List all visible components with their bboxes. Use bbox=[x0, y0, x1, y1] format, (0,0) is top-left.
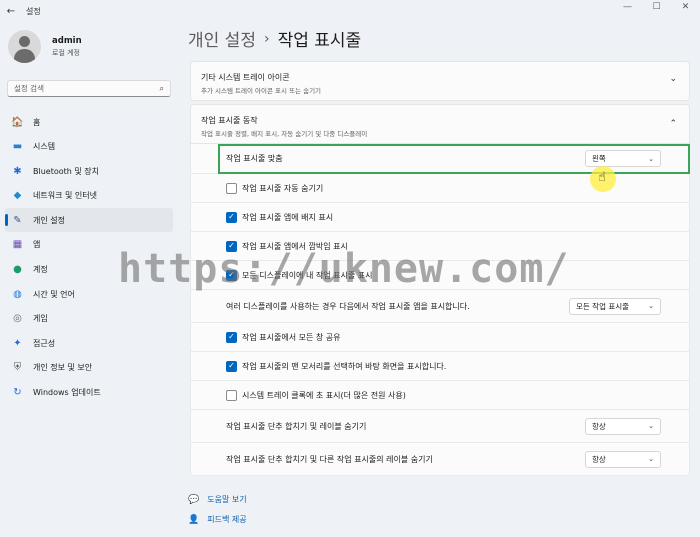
sidebar-item-label: Windows 업데이트 bbox=[33, 388, 101, 398]
share-window-checkbox[interactable]: ✓ bbox=[226, 331, 237, 343]
chevron-up-icon: ⌃ bbox=[669, 119, 677, 129]
hand-cursor-icon: ☝ bbox=[598, 170, 606, 185]
apps-icon: ▦ bbox=[12, 239, 23, 251]
badges-row[interactable]: ✓ 작업 표시줄 앱에 배지 표시 bbox=[190, 203, 690, 232]
feedback-icon: 👤 bbox=[188, 514, 200, 525]
brush-icon: ✎ bbox=[13, 214, 22, 226]
sidebar-item[interactable]: ◆ 네트워크 및 인터넷 bbox=[5, 184, 173, 208]
tray-icons-subtitle: 추가 시스템 트레이 아이콘 표시 또는 숨기기 bbox=[201, 87, 322, 95]
far-corner-row[interactable]: ✓ 작업 표시줄의 맨 모서리를 선택하여 바탕 화면을 표시합니다. bbox=[190, 352, 690, 381]
seconds-label: 시스템 트레이 클록에 초 표시(더 많은 전원 사용) bbox=[242, 390, 406, 400]
sidebar-item[interactable]: ⛨ 개인 정보 및 보안 bbox=[5, 356, 173, 380]
auto-hide-checkbox[interactable] bbox=[226, 182, 237, 194]
behaviors-card[interactable]: 작업 표시줄 동작 작업 표시줄 정렬, 배지 표시, 자동 숨기기 및 다중 … bbox=[190, 104, 690, 144]
sidebar-item[interactable]: ✱ Bluetooth 및 장치 bbox=[5, 159, 173, 183]
auto-hide-label: 작업 표시줄 자동 숨기기 bbox=[242, 183, 324, 193]
watermark: https://uknew.com/ bbox=[118, 246, 570, 292]
sidebar-item[interactable]: ◎ 게임 bbox=[5, 307, 173, 331]
sidebar-item-label: 시간 및 언어 bbox=[33, 289, 75, 299]
app-title: 설정 bbox=[26, 6, 41, 16]
behaviors-subtitle: 작업 표시줄 정렬, 배지 표시, 자동 숨기기 및 다중 디스플레이 bbox=[201, 130, 368, 138]
breadcrumb: 개인 설정 › 작업 표시줄 bbox=[188, 26, 362, 52]
sidebar-item-label: 시스템 bbox=[33, 142, 56, 152]
sidebar-item-label: 계정 bbox=[33, 265, 48, 275]
multi-display-value: 모든 작업 표시줄 bbox=[576, 301, 630, 311]
combine-dropdown[interactable]: 항상 ⌄ bbox=[585, 417, 661, 435]
combine-other-label: 작업 표시줄 단추 합치기 및 다른 작업 표시줄의 레이블 숨기기 bbox=[226, 454, 433, 464]
account-icon: ● bbox=[13, 264, 22, 276]
shield-icon: ⛨ bbox=[13, 362, 22, 374]
sidebar-item[interactable]: 🏠 홈 bbox=[5, 110, 173, 134]
sidebar-item-label: 개인 정보 및 보안 bbox=[33, 363, 93, 373]
combine-row: 작업 표시줄 단추 합치기 및 레이블 숨기기 항상 ⌄ bbox=[190, 410, 690, 443]
avatar bbox=[8, 30, 41, 63]
far-corner-label: 작업 표시줄의 맨 모서리를 선택하여 바탕 화면을 표시합니다. bbox=[242, 361, 447, 371]
monitor-icon: ▬ bbox=[12, 141, 23, 153]
update-icon: ↻ bbox=[13, 387, 22, 399]
tray-icons-card[interactable]: 기타 시스템 트레이 아이콘 추가 시스템 트레이 아이콘 표시 또는 숨기기 … bbox=[190, 61, 690, 101]
profile-name: admin bbox=[52, 35, 82, 46]
combine-other-dropdown[interactable]: 항상 ⌄ bbox=[585, 450, 661, 468]
badges-label: 작업 표시줄 앱에 배지 표시 bbox=[242, 212, 334, 222]
help-label: 도움말 보기 bbox=[207, 495, 247, 504]
breadcrumb-separator: › bbox=[263, 30, 270, 47]
minimize-icon[interactable]: — bbox=[613, 0, 642, 14]
multi-display-row: 여러 디스플레이를 사용하는 경우 다음에서 작업 표시줄 앱을 표시합니다. … bbox=[190, 290, 690, 323]
sidebar-item[interactable]: ✦ 접근성 bbox=[5, 331, 173, 355]
search-input[interactable]: 설정 검색 ⌕ bbox=[7, 80, 171, 97]
help-icon: 💬 bbox=[188, 494, 200, 505]
badges-checkbox[interactable]: ✓ bbox=[226, 211, 237, 223]
back-arrow-icon[interactable]: ← bbox=[0, 0, 22, 22]
feedback-label: 피드백 제공 bbox=[207, 515, 247, 524]
wifi-icon: ◆ bbox=[13, 190, 22, 202]
sidebar-item-label: 게임 bbox=[33, 314, 48, 324]
chevron-down-icon: ⌄ bbox=[648, 422, 654, 430]
combine-value: 항상 bbox=[592, 421, 606, 431]
seconds-row[interactable]: 시스템 트레이 클록에 초 표시(더 많은 전원 사용) bbox=[190, 381, 690, 410]
accessibility-icon: ✦ bbox=[13, 337, 22, 349]
bluetooth-icon: ✱ bbox=[13, 165, 22, 177]
multi-display-label: 여러 디스플레이를 사용하는 경우 다음에서 작업 표시줄 앱을 표시합니다. bbox=[226, 301, 470, 311]
profile-subtitle: 로컬 계정 bbox=[52, 48, 80, 57]
search-placeholder: 설정 검색 bbox=[14, 84, 44, 93]
page-title: 작업 표시줄 bbox=[277, 31, 362, 51]
behaviors-title: 작업 표시줄 동작 bbox=[201, 116, 258, 125]
sidebar-item-label: 접근성 bbox=[33, 338, 56, 348]
combine-label: 작업 표시줄 단추 합치기 및 레이블 숨기기 bbox=[226, 421, 367, 431]
breadcrumb-parent[interactable]: 개인 설정 bbox=[188, 26, 256, 51]
home-icon: 🏠 bbox=[11, 116, 24, 128]
title-bar: ← 설정 — ☐ ✕ bbox=[0, 0, 700, 22]
share-window-row[interactable]: ✓ 작업 표시줄에서 모든 창 공유 bbox=[190, 323, 690, 352]
maximize-icon[interactable]: ☐ bbox=[642, 0, 671, 14]
sidebar-item-label: 홈 bbox=[33, 117, 41, 127]
sidebar-item[interactable]: ↻ Windows 업데이트 bbox=[5, 381, 173, 405]
chevron-down-icon: ⌄ bbox=[648, 455, 654, 463]
highlight-box bbox=[218, 144, 690, 174]
search-icon: ⌕ bbox=[159, 83, 164, 93]
share-window-label: 작업 표시줄에서 모든 창 공유 bbox=[242, 332, 341, 342]
window-controls: — ☐ ✕ bbox=[613, 0, 700, 14]
sidebar-item-label: Bluetooth 및 장치 bbox=[33, 166, 100, 176]
sidebar-item-label: 개인 설정 bbox=[33, 215, 65, 225]
combine-other-value: 항상 bbox=[592, 454, 606, 464]
tray-icons-title: 기타 시스템 트레이 아이콘 bbox=[201, 73, 290, 82]
seconds-checkbox[interactable] bbox=[226, 389, 237, 401]
combine-other-row: 작업 표시줄 단추 합치기 및 다른 작업 표시줄의 레이블 숨기기 항상 ⌄ bbox=[190, 443, 690, 476]
chevron-down-icon: ⌄ bbox=[669, 74, 677, 84]
globe-clock-icon: ◍ bbox=[13, 288, 22, 300]
help-link[interactable]: 💬 도움말 보기 bbox=[188, 494, 247, 505]
multi-display-dropdown[interactable]: 모든 작업 표시줄 ⌄ bbox=[569, 297, 661, 315]
sidebar-item[interactable]: ✎ 개인 설정 bbox=[5, 208, 173, 233]
chevron-down-icon: ⌄ bbox=[648, 302, 654, 310]
user-profile[interactable]: admin 로컬 계정 bbox=[8, 30, 82, 63]
sidebar-item-label: 네트워크 및 인터넷 bbox=[33, 191, 97, 201]
sidebar-item[interactable]: ▬ 시스템 bbox=[5, 135, 173, 159]
sidebar-item-label: 앱 bbox=[33, 240, 41, 250]
feedback-link[interactable]: 👤 피드백 제공 bbox=[188, 514, 247, 525]
close-icon[interactable]: ✕ bbox=[671, 0, 700, 14]
far-corner-checkbox[interactable]: ✓ bbox=[226, 360, 237, 372]
gamepad-icon: ◎ bbox=[13, 313, 22, 325]
